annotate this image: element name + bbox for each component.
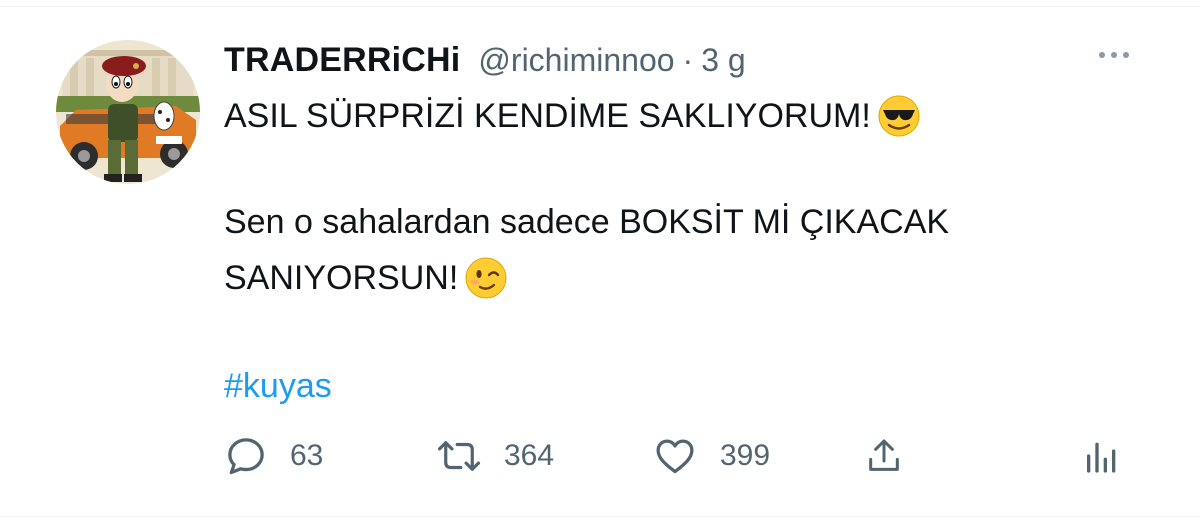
share-icon xyxy=(869,439,899,471)
sunglasses-emoji-icon xyxy=(877,94,921,138)
like-count: 399 xyxy=(720,439,771,472)
separator-dot: · xyxy=(682,41,694,78)
analytics-button[interactable] xyxy=(1082,434,1122,478)
retweet-icon xyxy=(437,441,481,471)
tweet-text: Sen o sahalardan sadece BOKSİT Mİ ÇIKACA… xyxy=(224,202,950,241)
reply-icon xyxy=(228,438,264,475)
tweet-card[interactable]: TRADERRiCHi @richiminnoo · 3 g ASIL SÜRP… xyxy=(0,0,1200,522)
share-button[interactable] xyxy=(864,434,904,478)
tweet-text-line: SANIYORSUN! xyxy=(224,254,508,302)
more-icon[interactable] xyxy=(1090,40,1138,70)
display-name[interactable]: TRADERRiCHi xyxy=(224,41,460,80)
analytics-icon xyxy=(1087,442,1116,473)
tweet-text: ASIL SÜRPRİZİ KENDİME SAKLIYORUM! xyxy=(224,96,871,135)
wink-emoji-icon xyxy=(464,256,508,300)
hashtag-link[interactable]: #kuyas xyxy=(224,362,332,410)
avatar-image xyxy=(56,40,200,184)
user-handle[interactable]: @richiminnoo xyxy=(478,42,674,79)
divider xyxy=(0,6,1200,7)
divider xyxy=(0,516,1200,517)
timestamp[interactable]: 3 g xyxy=(701,42,745,79)
tweet-text-line: Sen o sahalardan sadece BOKSİT Mİ ÇIKACA… xyxy=(224,198,949,246)
reply-count: 63 xyxy=(290,439,324,472)
tweet-text: SANIYORSUN! xyxy=(224,258,459,297)
retweet-button[interactable]: 364 xyxy=(436,434,554,478)
avatar[interactable] xyxy=(56,40,200,184)
tweet-header: TRADERRiCHi @richiminnoo · 3 g xyxy=(224,38,746,82)
like-button[interactable]: 399 xyxy=(652,434,770,478)
action-bar: 63 364 399 xyxy=(224,434,1144,478)
like-icon xyxy=(656,439,694,474)
tweet-text-line: ASIL SÜRPRİZİ KENDİME SAKLIYORUM! xyxy=(224,92,921,140)
retweet-count: 364 xyxy=(504,439,555,472)
reply-button[interactable]: 63 xyxy=(224,434,323,478)
